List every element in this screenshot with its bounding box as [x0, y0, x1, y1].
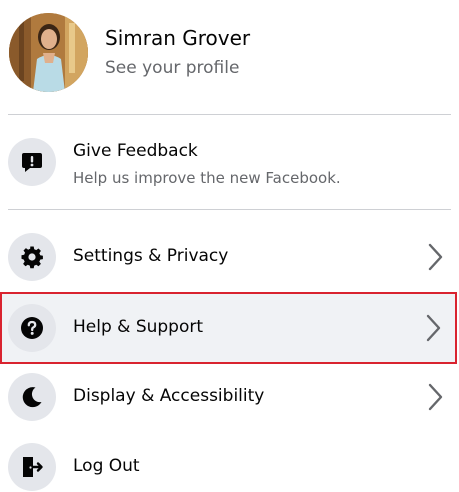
profile-subtitle[interactable]: See your profile — [105, 58, 239, 78]
menu-item-display-accessibility[interactable]: Display & Accessibility — [0, 364, 459, 434]
chevron-right-icon — [428, 383, 443, 411]
moon-icon — [8, 373, 56, 421]
exclamation-icon — [8, 138, 56, 186]
menu-item-label: Display & Accessibility — [73, 386, 265, 406]
profile-row[interactable]: Simran Grover See your profile — [0, 0, 459, 104]
divider — [8, 114, 451, 115]
menu-item-help-support[interactable]: Help & Support — [0, 292, 457, 364]
menu-item-log-out[interactable]: Log Out — [0, 434, 459, 492]
menu-item-label: Log Out — [73, 456, 140, 476]
menu-item-settings-privacy[interactable]: Settings & Privacy — [0, 222, 459, 292]
give-feedback-item[interactable]: Give Feedback Help us improve the new Fa… — [0, 124, 459, 204]
question-icon — [8, 304, 56, 352]
profile-avatar[interactable] — [9, 13, 88, 92]
menu-item-label: Settings & Privacy — [73, 246, 229, 266]
give-feedback-title: Give Feedback — [73, 141, 198, 161]
gear-icon — [8, 233, 56, 281]
profile-name[interactable]: Simran Grover — [105, 26, 250, 50]
account-menu: Simran Grover See your profile Give Feed… — [0, 0, 459, 492]
divider — [8, 209, 451, 210]
chevron-right-icon — [428, 243, 443, 271]
give-feedback-subtitle: Help us improve the new Facebook. — [73, 169, 341, 187]
logout-icon — [8, 443, 56, 491]
chevron-right-icon — [426, 314, 441, 342]
menu-item-label: Help & Support — [73, 317, 204, 337]
